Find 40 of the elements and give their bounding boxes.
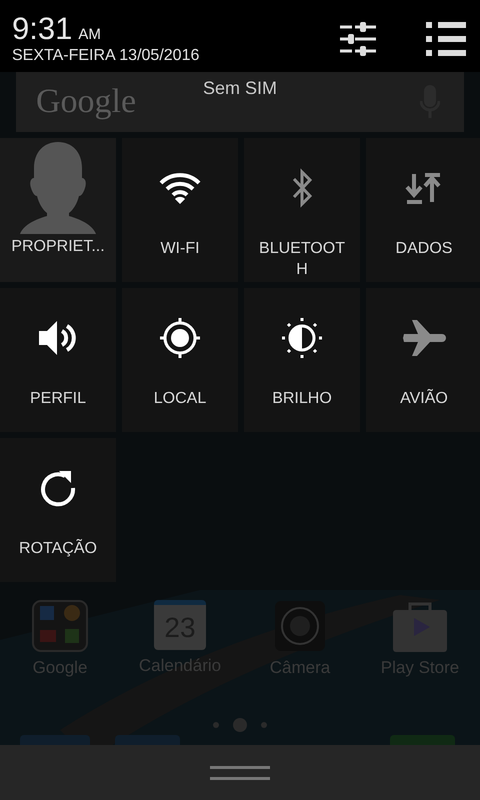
toggle-tile[interactable]: PERFIL <box>0 288 116 432</box>
date-text: SEXTA-FEIRA 13/05/2016 <box>12 47 200 65</box>
tile-label: AVIÃO <box>399 388 449 409</box>
dock-icon <box>390 735 455 745</box>
camera-icon <box>274 600 326 652</box>
tile-label: PROPRIET... <box>11 238 105 256</box>
bluetooth-icon <box>291 168 313 208</box>
tile-label: ROTAÇÃO <box>18 538 98 559</box>
tile-label: DADOS <box>394 239 454 259</box>
toggle-tile[interactable]: DADOS <box>366 138 480 282</box>
toggle-tile[interactable]: LOCAL <box>122 288 238 432</box>
list-icon[interactable] <box>426 22 466 56</box>
toggle-tile[interactable]: WI-FI <box>122 138 238 282</box>
data-transfer-icon <box>405 172 443 204</box>
toggle-tile[interactable]: ROTAÇÃO <box>0 438 116 582</box>
toggle-tile[interactable]: BRILHO <box>244 288 360 432</box>
dock-icon <box>20 735 90 745</box>
tile-label: LOCAL <box>152 389 208 409</box>
settings-sliders-icon[interactable] <box>340 22 376 56</box>
speaker-icon <box>37 319 79 357</box>
dock-icon <box>115 735 180 745</box>
clock-ampm: AM <box>78 26 101 43</box>
location-icon <box>159 317 201 359</box>
folder-icon <box>32 600 88 652</box>
tile-label: BLUETOOTH <box>258 239 346 280</box>
clock-time: 9:31 <box>12 13 72 44</box>
tile-label: PERFIL <box>28 389 87 409</box>
toggle-tile[interactable]: AVIÃO <box>366 288 480 432</box>
tile-label: WI-FI <box>159 239 201 259</box>
drag-handle-icon <box>210 766 270 780</box>
owner-tile[interactable]: PROPRIET... <box>0 138 116 282</box>
wifi-icon <box>158 171 202 205</box>
shopping-bag-icon <box>392 600 448 652</box>
airplane-icon <box>402 318 446 358</box>
tile-label: BRILHO <box>271 389 333 409</box>
brightness-icon <box>281 317 323 359</box>
carrier-text: Sem SIM <box>202 78 277 99</box>
toggle-tile[interactable]: BLUETOOTH <box>244 138 360 282</box>
rotate-icon <box>39 469 77 507</box>
search-logo: Google <box>36 83 136 121</box>
